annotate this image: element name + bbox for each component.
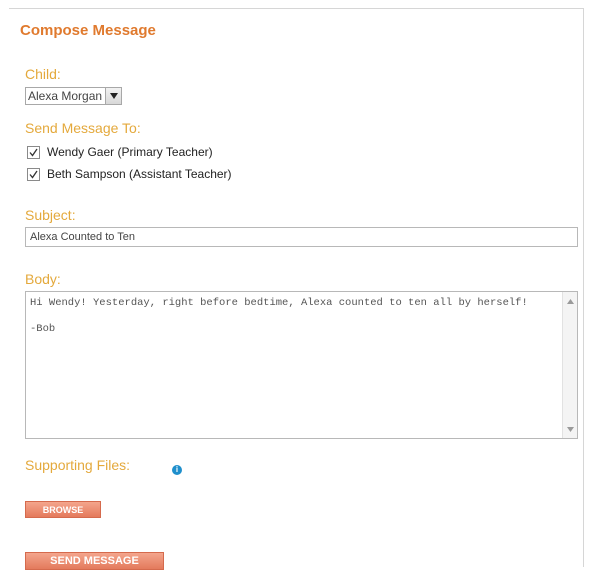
browse-button[interactable]: Browse — [25, 501, 101, 518]
scroll-up-arrow-icon[interactable] — [563, 294, 577, 308]
recipient-label: Wendy Gaer (Primary Teacher) — [47, 145, 213, 159]
child-select[interactable]: Alexa Morgan — [25, 87, 123, 105]
chevron-down-icon[interactable] — [105, 88, 122, 104]
subject-label: Subject: — [25, 207, 76, 223]
body-label: Body: — [25, 271, 61, 287]
recipient-item[interactable]: Beth Sampson (Assistant Teacher) — [27, 167, 232, 181]
check-icon — [29, 170, 38, 179]
send-to-label: Send Message To: — [25, 120, 141, 136]
body-text[interactable]: Hi Wendy! Yesterday, right before bedtim… — [30, 297, 554, 336]
send-message-button[interactable]: Send Message — [25, 552, 164, 570]
body-textarea[interactable]: Hi Wendy! Yesterday, right before bedtim… — [25, 291, 578, 439]
recipient-checkbox[interactable] — [27, 145, 40, 159]
page-title: Compose Message — [20, 22, 156, 39]
child-select-value: Alexa Morgan — [28, 89, 103, 103]
child-label: Child: — [25, 66, 61, 82]
recipient-checkbox[interactable] — [27, 167, 40, 181]
recipient-item[interactable]: Wendy Gaer (Primary Teacher) — [27, 145, 213, 159]
compose-message-panel: Compose Message Child: Alexa Morgan Send… — [9, 8, 584, 570]
recipient-label: Beth Sampson (Assistant Teacher) — [47, 167, 232, 181]
info-icon[interactable]: i — [172, 465, 182, 475]
scroll-down-arrow-icon[interactable] — [563, 422, 577, 436]
subject-input[interactable]: Alexa Counted to Ten — [25, 227, 578, 247]
check-icon — [29, 148, 38, 157]
body-scrollbar[interactable] — [562, 292, 577, 438]
supporting-files-label: Supporting Files: — [25, 457, 131, 473]
